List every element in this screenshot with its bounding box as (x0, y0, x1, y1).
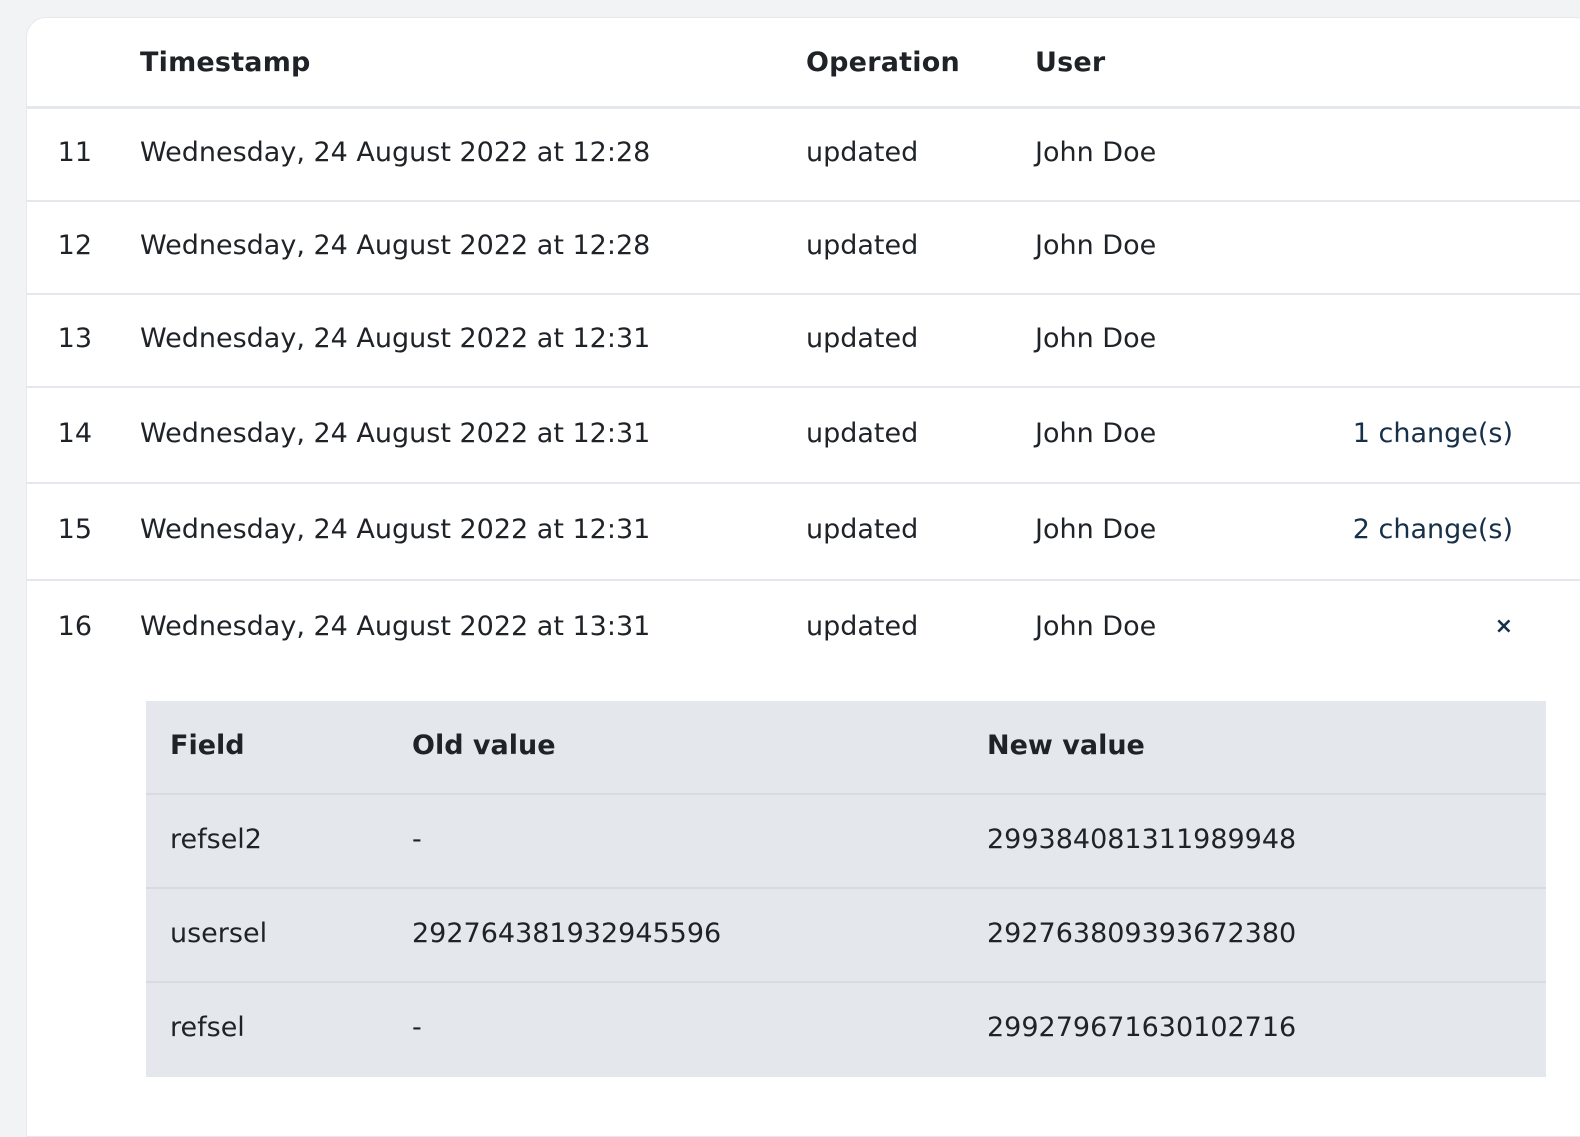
row-number: 14 (57, 418, 92, 449)
header-operation[interactable]: Operation (806, 45, 960, 81)
row-operation: updated (806, 230, 919, 261)
table-row: 14 Wednesday, 24 August 2022 at 12:31 up… (27, 388, 1580, 484)
header-user[interactable]: User (1035, 45, 1105, 81)
close-icon[interactable]: × (1495, 609, 1513, 645)
table-row: 12 Wednesday, 24 August 2022 at 12:28 up… (27, 202, 1580, 295)
changes-detail-table: Field Old value New value refsel2 - 2993… (146, 701, 1546, 1077)
row-timestamp: Wednesday, 24 August 2022 at 13:31 (140, 611, 651, 642)
detail-new-value: 299279671630102716 (987, 1012, 1297, 1043)
row-user: John Doe (1035, 418, 1157, 449)
detail-field: usersel (170, 918, 268, 949)
detail-header: Field Old value New value (146, 701, 1546, 795)
row-user: John Doe (1035, 230, 1157, 261)
detail-header-new-value: New value (987, 730, 1145, 761)
table-header: Timestamp Operation User (27, 18, 1580, 109)
detail-header-field: Field (170, 730, 245, 761)
detail-old-value: 292764381932945596 (412, 918, 722, 949)
row-number: 15 (57, 514, 92, 545)
detail-row: refsel - 299279671630102716 (146, 983, 1546, 1077)
detail-new-value: 292763809393672380 (987, 918, 1297, 949)
row-user: John Doe (1035, 611, 1157, 642)
row-number: 12 (57, 230, 92, 261)
table-row: 13 Wednesday, 24 August 2022 at 12:31 up… (27, 295, 1580, 388)
row-operation: updated (806, 323, 919, 354)
table-row: 11 Wednesday, 24 August 2022 at 12:28 up… (27, 109, 1580, 202)
row-number: 16 (57, 611, 92, 642)
row-number: 11 (57, 137, 92, 168)
row-timestamp: Wednesday, 24 August 2022 at 12:31 (140, 323, 651, 354)
changes-toggle-link[interactable]: 2 change(s) (1353, 512, 1513, 548)
table-row: 15 Wednesday, 24 August 2022 at 12:31 up… (27, 484, 1580, 581)
row-timestamp: Wednesday, 24 August 2022 at 12:28 (140, 230, 651, 261)
header-timestamp[interactable]: Timestamp (140, 45, 311, 81)
row-operation: updated (806, 418, 919, 449)
row-user: John Doe (1035, 323, 1157, 354)
row-operation: updated (806, 137, 919, 168)
detail-row: refsel2 - 299384081311989948 (146, 795, 1546, 889)
detail-row: usersel 292764381932945596 2927638093936… (146, 889, 1546, 983)
row-user: John Doe (1035, 514, 1157, 545)
detail-field: refsel (170, 1012, 245, 1043)
detail-old-value: - (412, 824, 422, 855)
detail-old-value: - (412, 1012, 422, 1043)
row-user: John Doe (1035, 137, 1157, 168)
row-number: 13 (57, 323, 92, 354)
detail-new-value: 299384081311989948 (987, 824, 1297, 855)
detail-field: refsel2 (170, 824, 262, 855)
history-card: Timestamp Operation User 11 Wednesday, 2… (26, 17, 1580, 1137)
detail-header-old-value: Old value (412, 730, 556, 761)
row-timestamp: Wednesday, 24 August 2022 at 12:31 (140, 418, 651, 449)
changes-toggle-link[interactable]: 1 change(s) (1353, 416, 1513, 452)
row-timestamp: Wednesday, 24 August 2022 at 12:28 (140, 137, 651, 168)
row-operation: updated (806, 611, 919, 642)
row-operation: updated (806, 514, 919, 545)
row-timestamp: Wednesday, 24 August 2022 at 12:31 (140, 514, 651, 545)
